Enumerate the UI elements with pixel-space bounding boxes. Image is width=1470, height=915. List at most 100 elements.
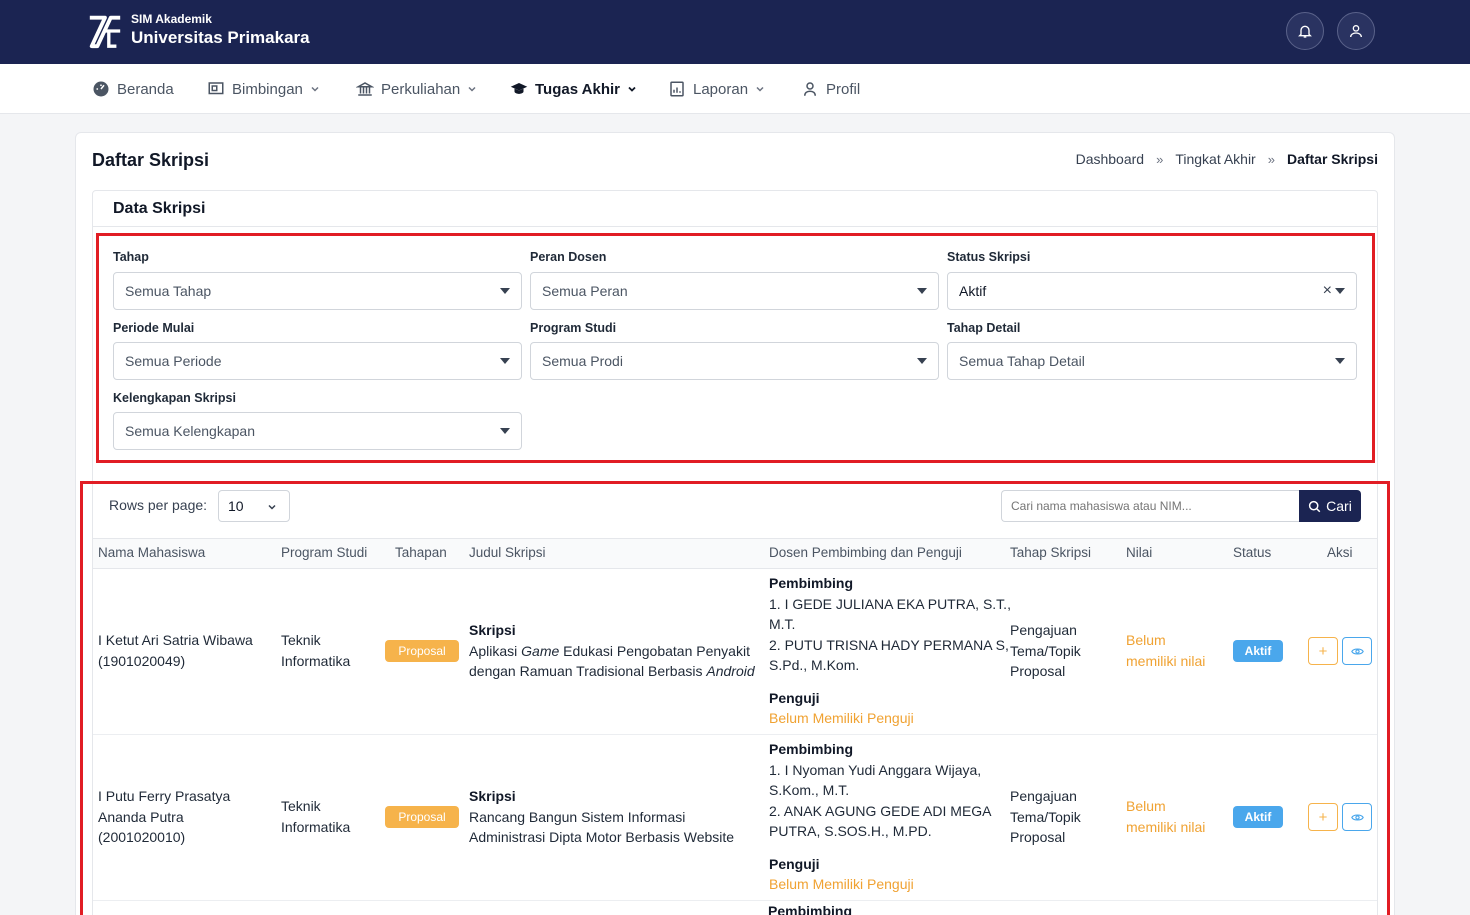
lecturers: Pembimbing 1. I Nyoman Yudi Anggara Wija… <box>769 739 992 895</box>
chevron-down-icon <box>311 86 319 92</box>
stage-badge: Proposal <box>385 640 459 662</box>
thesis-title-line: dengan Ramuan Tradisional Berbasis Andro… <box>469 661 755 682</box>
column-header: Tahapan <box>395 545 447 560</box>
view-button[interactable] <box>1342 803 1372 831</box>
filter-label-tahap-detail: Tahap Detail <box>947 321 1021 335</box>
thesis-title: Skripsi Rancang Bangun Sistem Informasi … <box>469 786 734 848</box>
caret-down-icon <box>500 288 510 294</box>
filter-label-kelengkapan: Kelengkapan Skripsi <box>113 391 236 405</box>
search-icon <box>1309 500 1321 512</box>
thesis-stage: Pengajuan Tema/Topik Proposal <box>1010 620 1081 682</box>
breadcrumb-current: Daftar Skripsi <box>1286 151 1378 167</box>
grade: Belum memiliki nilai <box>1126 630 1205 671</box>
rows-per-page-select[interactable]: 10 <box>218 490 290 522</box>
advisor-name: S.Kom., M.T. <box>769 782 850 798</box>
study-program-line: Teknik <box>281 798 321 814</box>
nav-laporan[interactable]: Laporan <box>668 64 765 114</box>
stage-line: Tema/Topik <box>1010 642 1081 659</box>
nav-beranda[interactable]: Beranda <box>92 64 174 114</box>
select-value: Semua Kelengkapan <box>125 423 255 439</box>
chevron-down-icon <box>628 86 636 92</box>
search-input[interactable] <box>1001 490 1300 522</box>
caret-down-icon <box>1335 358 1345 364</box>
examiner-label: Penguji <box>769 855 820 872</box>
section-divider <box>93 226 1377 227</box>
filter-label-periode: Periode Mulai <box>113 321 195 335</box>
stage-line: Proposal <box>1010 829 1066 845</box>
column-header: Aksi <box>1327 545 1353 560</box>
building-columns-icon <box>356 82 374 96</box>
view-button[interactable] <box>1342 637 1372 665</box>
report-chart-icon <box>670 81 684 97</box>
eye-icon <box>1350 813 1364 821</box>
grade-line: Belum <box>1126 798 1166 814</box>
eye-icon <box>1350 647 1364 655</box>
search-button[interactable]: Cari <box>1299 490 1361 522</box>
study-program-line: Informatika <box>281 818 351 835</box>
study-program: Teknik Informatika <box>281 796 350 837</box>
kelengkapan-select[interactable]: Semua Kelengkapan <box>113 412 522 450</box>
study-program-line: Informatika <box>281 652 351 669</box>
top-bar: SIM Akademik Universitas Primakara <box>0 0 1470 64</box>
stage-line: Proposal <box>1010 663 1066 679</box>
advisor-name: S.Pd., M.Kom. <box>769 657 860 673</box>
examiner-label: Penguji <box>769 689 820 706</box>
text-italic: Game <box>521 642 560 659</box>
status-skripsi-select[interactable]: Aktif × <box>947 272 1357 310</box>
select-value: Aktif <box>959 283 987 299</box>
select-value: Semua Peran <box>542 283 628 299</box>
status-badge: Aktif <box>1233 806 1283 828</box>
stage-line: Tema/Topik <box>1010 808 1081 825</box>
clear-icon[interactable]: × <box>1323 282 1332 300</box>
breadcrumb-separator: » <box>1267 151 1275 167</box>
student-name: I Ketut Ari Satria Wibawa (1901020049) <box>98 630 253 671</box>
user-icon <box>804 82 816 96</box>
thesis-title-line: Rancang Bangun Sistem Informasi <box>469 808 686 825</box>
chevron-down-icon <box>468 86 476 92</box>
nav-bimbingan[interactable]: Bimbingan <box>207 64 320 114</box>
select-value: Semua Tahap Detail <box>959 353 1085 369</box>
text-part: Aplikasi <box>469 642 522 659</box>
periode-mulai-select[interactable]: Semua Periode <box>113 342 522 380</box>
filter-label-prodi: Program Studi <box>530 321 617 335</box>
text-part: Edukasi Pengobatan Penyakit <box>559 642 750 659</box>
breadcrumb: Dashboard » Tingkat Akhir » Daftar Skrip… <box>1076 151 1378 167</box>
nav-label: Tugas Akhir <box>535 80 621 98</box>
add-button[interactable]: + <box>1308 637 1338 665</box>
text-italic: Android <box>706 663 755 679</box>
breadcrumb-item[interactable]: Tingkat Akhir <box>1175 151 1255 167</box>
column-header: Status <box>1233 545 1272 560</box>
student-name-line: I Putu Ferry Prasatya <box>98 788 231 804</box>
nav-tugas-akhir[interactable]: Tugas Akhir <box>510 64 637 114</box>
main-navigation: Beranda Bimbingan Perkuliahan Tugas Akhi… <box>0 64 1470 114</box>
filter-label-status: Status Skripsi <box>947 250 1031 264</box>
chevron-down-icon <box>268 504 276 510</box>
student-nim: (2001020010) <box>98 829 186 845</box>
nav-profil[interactable]: Profil <box>801 64 860 114</box>
tahap-select[interactable]: Semua Tahap <box>113 272 522 310</box>
user-menu-button[interactable] <box>1337 12 1375 50</box>
notification-button[interactable] <box>1286 12 1324 50</box>
nav-label: Beranda <box>117 80 174 98</box>
nav-label: Bimbingan <box>232 80 303 98</box>
tahap-detail-select[interactable]: Semua Tahap Detail <box>947 342 1357 380</box>
text-part: dengan Ramuan Tradisional Berbasis <box>469 663 707 679</box>
nav-label: Profil <box>826 80 861 98</box>
add-button[interactable]: + <box>1308 803 1338 831</box>
grade: Belum memiliki nilai <box>1126 796 1205 837</box>
nav-perkuliahan[interactable]: Perkuliahan <box>356 64 477 114</box>
thesis-title-line: Aplikasi Game Edukasi Pengobatan Penyaki… <box>469 641 755 662</box>
caret-down-icon <box>917 288 927 294</box>
breadcrumb-item[interactable]: Dashboard <box>1076 151 1145 167</box>
select-value: Semua Prodi <box>542 353 623 369</box>
peran-dosen-select[interactable]: Semua Peran <box>530 272 939 310</box>
column-header: Tahap Skripsi <box>1010 545 1092 560</box>
graduation-cap-icon <box>510 83 528 94</box>
grade-line: memiliki nilai <box>1126 652 1206 669</box>
nav-label: Laporan <box>693 80 749 98</box>
app-subtitle: SIM Akademik <box>131 12 212 26</box>
grade-line: Belum <box>1126 632 1166 648</box>
university-logo-icon <box>89 15 121 49</box>
chevron-down-icon <box>756 86 764 92</box>
program-studi-select[interactable]: Semua Prodi <box>530 342 939 380</box>
